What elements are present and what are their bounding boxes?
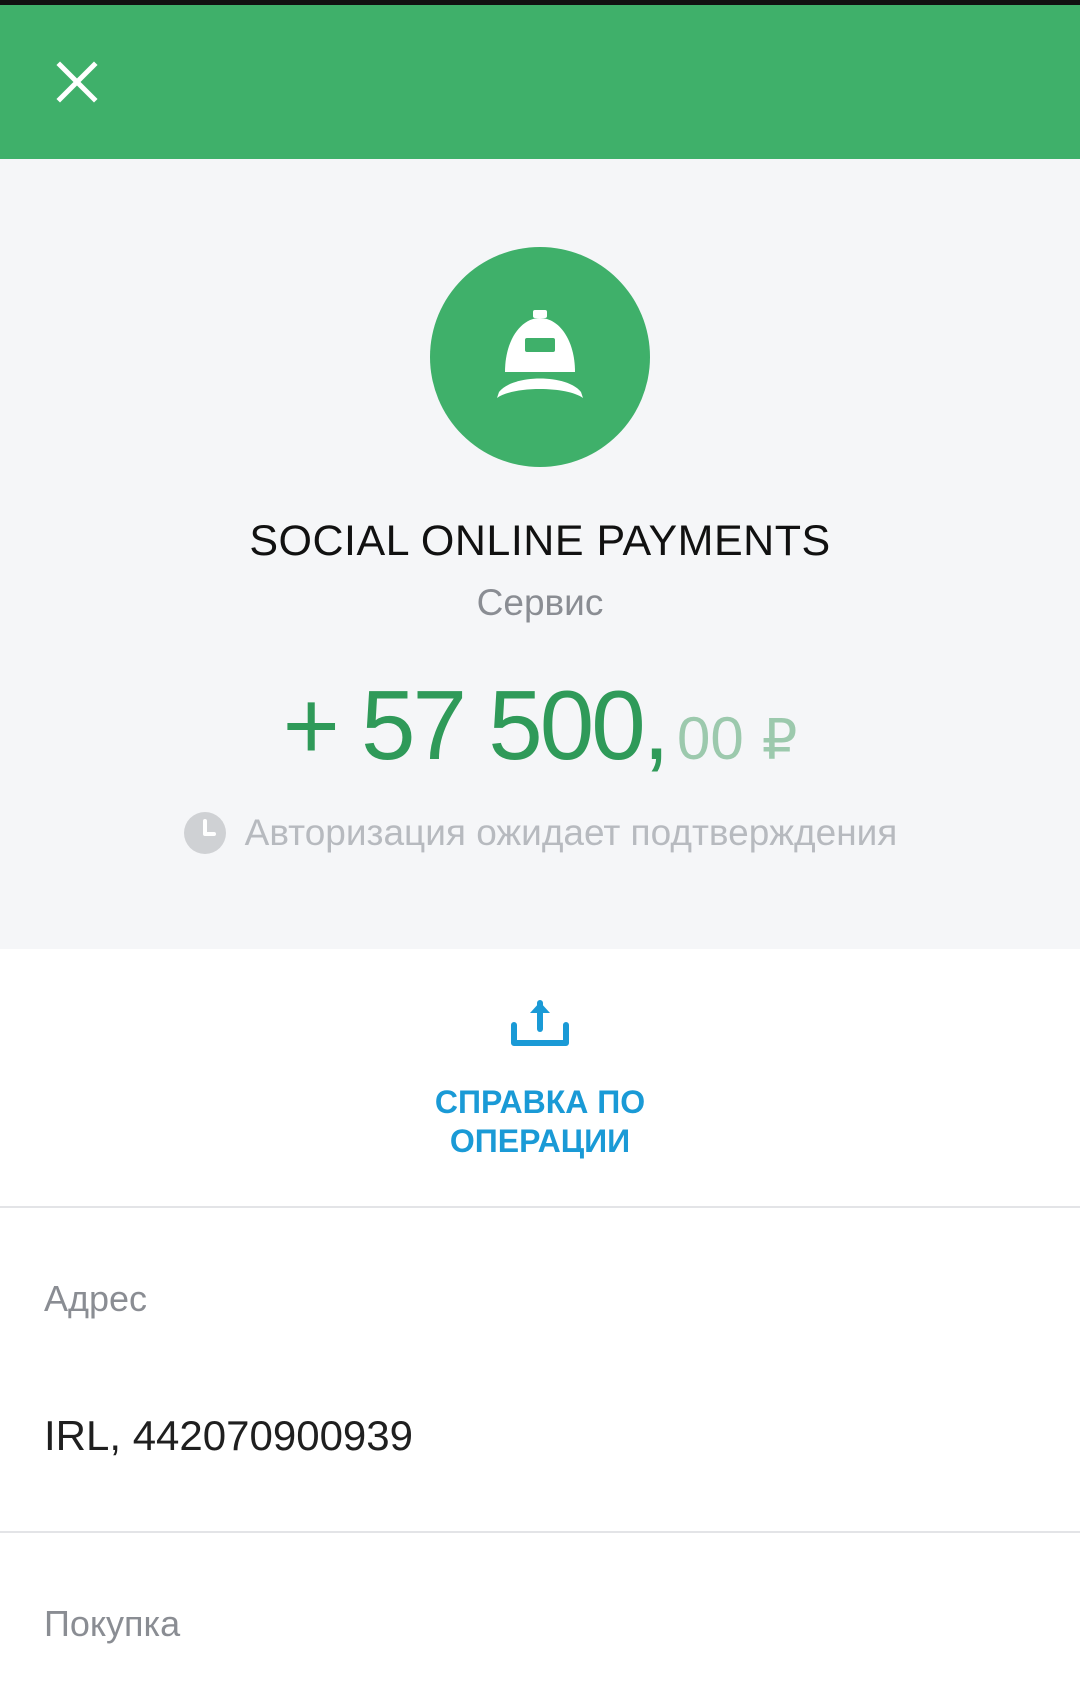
receipt-label-line1: СПРАВКА ПО xyxy=(434,1084,646,1120)
address-value: IRL, 442070900939 xyxy=(44,1412,413,1459)
divider xyxy=(0,1531,1080,1533)
share-upload-icon xyxy=(511,1000,569,1046)
receipt-button[interactable]: СПРАВКА ПО ОПЕРАЦИИ xyxy=(0,949,1080,1208)
transaction-status: Авторизация ожидает подтверждения xyxy=(0,811,1080,855)
receipt-label-line2: ОПЕРАЦИИ xyxy=(449,1123,631,1159)
receipt-label: СПРАВКА ПО ОПЕРАЦИИ xyxy=(0,1083,1080,1161)
merchant-logo xyxy=(430,247,650,467)
status-text: Авторизация ожидает подтверждения xyxy=(244,812,898,853)
top-app-bar xyxy=(0,0,1080,159)
merchant-category: Сервис xyxy=(476,582,604,623)
amount-cents: 00 xyxy=(677,705,744,772)
transaction-amount: + 57 500, 00 ₽ xyxy=(0,669,1080,782)
cap-icon xyxy=(497,310,583,398)
purchase-label: Покупка xyxy=(44,1603,181,1644)
clock-icon xyxy=(183,812,226,854)
merchant-name: SOCIAL ONLINE PAYMENTS xyxy=(249,517,831,565)
transaction-summary: SOCIAL ONLINE PAYMENTS Сервис + 57 500, 0… xyxy=(0,159,1080,949)
close-button[interactable] xyxy=(40,45,114,119)
currency-symbol: ₽ xyxy=(761,708,798,771)
close-icon xyxy=(56,61,98,103)
amount-main: + 57 500, xyxy=(282,670,670,780)
address-label: Адрес xyxy=(44,1278,148,1319)
